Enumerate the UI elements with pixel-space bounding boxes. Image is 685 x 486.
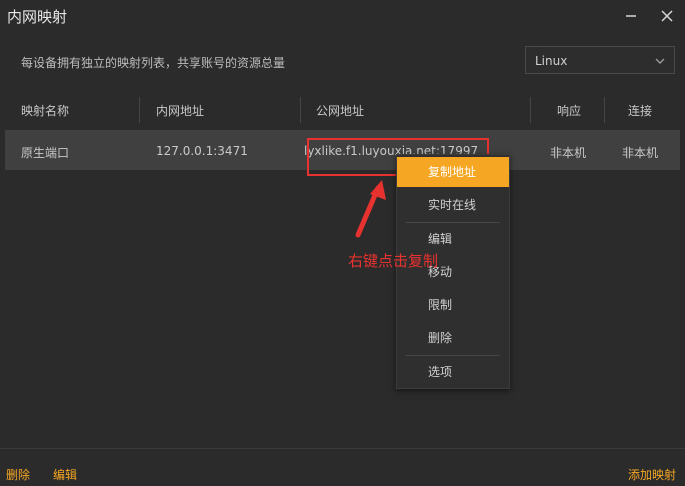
- column-header-internal[interactable]: 内网地址: [156, 102, 204, 119]
- cell-internal-address: 127.0.0.1:3471: [156, 144, 248, 158]
- menu-item-limit[interactable]: 限制: [397, 290, 509, 320]
- column-header-public[interactable]: 公网地址: [316, 102, 364, 119]
- chevron-down-icon: [655, 58, 665, 64]
- cell-connection: 非本机: [622, 146, 659, 160]
- menu-item-delete[interactable]: 删除: [397, 323, 509, 353]
- menu-separator: [406, 355, 500, 356]
- column-header-connection[interactable]: 连接: [628, 102, 652, 119]
- column-divider[interactable]: [604, 97, 605, 123]
- column-header-response[interactable]: 响应: [557, 102, 581, 119]
- menu-separator: [406, 222, 500, 223]
- window-title: 内网映射: [7, 8, 68, 26]
- column-divider[interactable]: [530, 97, 531, 123]
- annotation-text: 右键点击复制: [348, 252, 439, 270]
- column-header-name[interactable]: 映射名称: [21, 102, 69, 119]
- os-select[interactable]: Linux: [525, 46, 675, 74]
- cell-name: 原生端口: [21, 146, 70, 160]
- delete-button[interactable]: 删除: [6, 466, 30, 483]
- column-divider[interactable]: [300, 97, 301, 123]
- footer-divider: [0, 448, 685, 449]
- context-menu: 复制地址 实时在线 编辑 移动 限制 删除 选项: [396, 154, 510, 389]
- minimize-button[interactable]: [620, 5, 642, 27]
- menu-item-realtime-online[interactable]: 实时在线: [397, 190, 509, 220]
- title-bar: 内网映射: [0, 0, 685, 32]
- table-header: 映射名称 内网地址 公网地址 响应 连接: [0, 93, 685, 127]
- cell-response: 非本机: [550, 146, 587, 160]
- menu-item-options[interactable]: 选项: [397, 357, 509, 387]
- edit-button[interactable]: 编辑: [53, 466, 77, 483]
- close-icon: [661, 10, 673, 22]
- menu-item-copy-address[interactable]: 复制地址: [397, 157, 509, 187]
- minimize-icon: [626, 15, 636, 17]
- close-button[interactable]: [656, 5, 678, 27]
- os-select-value: Linux: [535, 54, 568, 68]
- description-text: 每设备拥有独立的映射列表，共享账号的资源总量: [21, 56, 286, 70]
- column-divider[interactable]: [139, 97, 140, 123]
- annotation-arrow-icon: [355, 180, 386, 238]
- add-mapping-button[interactable]: 添加映射: [628, 466, 676, 483]
